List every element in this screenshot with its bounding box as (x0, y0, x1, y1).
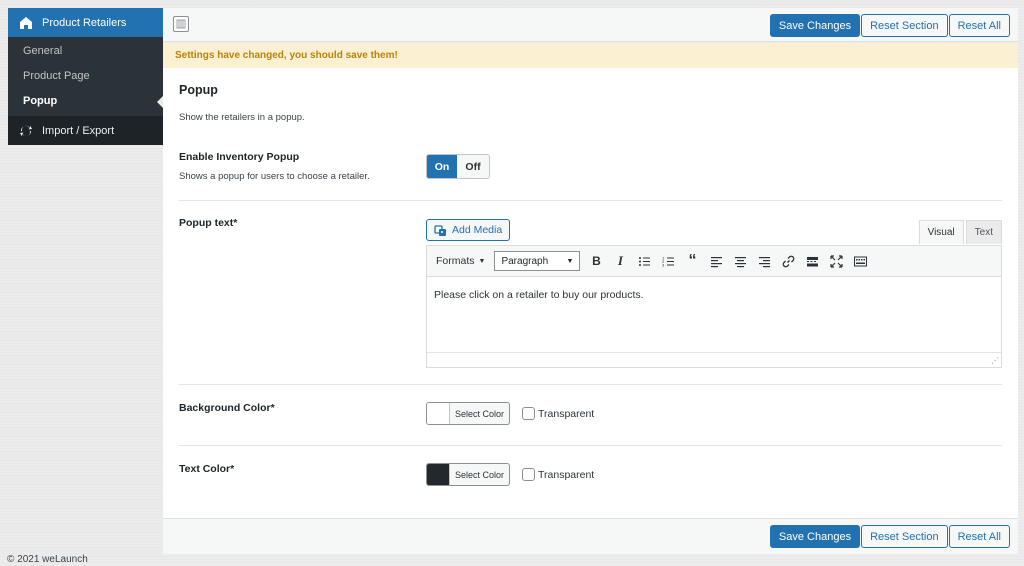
import-export-label: Import / Export (42, 124, 115, 137)
background-color-swatch (427, 403, 450, 424)
align-left-icon[interactable] (704, 250, 728, 272)
sidebar-item-product-page[interactable]: Product Page (8, 64, 163, 89)
rich-text-editor: Formats ▼ Paragraph ▼ B I 123 “ Please c… (426, 245, 1002, 368)
home-icon (19, 16, 33, 30)
italic-icon[interactable]: I (608, 250, 632, 272)
top-action-bar: Save Changes Reset Section Reset All (163, 8, 1018, 42)
transparent-label: Transparent (538, 407, 595, 420)
copyright-footer: © 2021 weLaunch (7, 554, 88, 565)
background-color-label: Background Color* (179, 402, 275, 414)
text-color-label: Text Color* (179, 463, 235, 475)
sidebar-header[interactable]: Product Retailers (8, 8, 163, 37)
sidebar-item-general[interactable]: General (8, 39, 163, 64)
background-transparent-option[interactable]: Transparent (522, 407, 594, 420)
caret-down-icon: ▼ (566, 257, 574, 265)
divider (179, 200, 1002, 201)
toolbar-toggle-icon[interactable] (848, 250, 872, 272)
link-icon[interactable] (776, 250, 800, 272)
reset-all-button[interactable]: Reset All (948, 525, 1010, 548)
numbered-list-icon[interactable]: 123 (656, 250, 680, 272)
text-transparent-option[interactable]: Transparent (522, 468, 594, 481)
reset-section-button[interactable]: Reset Section (861, 525, 948, 548)
paragraph-select[interactable]: Paragraph ▼ (494, 251, 581, 271)
blockquote-icon[interactable]: “ (680, 250, 704, 272)
tab-text[interactable]: Text (965, 220, 1002, 244)
editor-tabs: Visual Text (918, 220, 1002, 244)
popup-text-label: Popup text* (179, 217, 238, 229)
text-transparent-checkbox[interactable] (522, 468, 535, 481)
section-description: Show the retailers in a popup. (179, 112, 305, 123)
caret-down-icon: ▼ (478, 257, 486, 265)
resize-handle-icon[interactable]: ⋰ (991, 356, 999, 365)
paragraph-label: Paragraph (501, 255, 549, 267)
expand-options-button[interactable] (173, 16, 189, 32)
align-center-icon[interactable] (728, 250, 752, 272)
toggle-off-button[interactable]: Off (457, 155, 489, 178)
formats-label: Formats (436, 255, 475, 267)
media-icon (434, 224, 447, 237)
tab-visual[interactable]: Visual (918, 220, 964, 244)
save-changes-button[interactable]: Save Changes (769, 14, 861, 37)
select-color-label: Select Color (455, 469, 505, 480)
expand-icon (176, 19, 186, 29)
sidebar-submenu: General Product Page Popup (8, 37, 163, 116)
text-color-picker[interactable]: Select Color (426, 463, 511, 486)
divider (179, 445, 1002, 446)
sidebar-item-import-export[interactable]: Import / Export (8, 116, 163, 145)
enable-popup-description: Shows a popup for users to choose a reta… (179, 171, 370, 182)
svg-text:3: 3 (662, 262, 665, 267)
editor-toolbar: Formats ▼ Paragraph ▼ B I 123 “ (427, 246, 1001, 277)
top-button-group: Save Changes Reset Section Reset All (769, 14, 1010, 37)
settings-panel: Popup Show the retailers in a popup. Ena… (163, 68, 1018, 518)
enable-popup-label: Enable Inventory Popup (179, 151, 300, 163)
reset-all-button[interactable]: Reset All (948, 14, 1010, 37)
bottom-button-group: Save Changes Reset Section Reset All (769, 525, 1010, 548)
reset-section-button[interactable]: Reset Section (861, 14, 948, 37)
align-right-icon[interactable] (752, 250, 776, 272)
enable-popup-toggle: On Off (426, 154, 490, 179)
read-more-icon[interactable] (800, 250, 824, 272)
section-title: Popup (179, 83, 218, 97)
sidebar-header-label: Product Retailers (42, 16, 127, 29)
divider (179, 384, 1002, 385)
settings-changed-notice: Settings have changed, you should save t… (163, 43, 1018, 68)
background-transparent-checkbox[interactable] (522, 407, 535, 420)
bullet-list-icon[interactable] (632, 250, 656, 272)
add-media-button[interactable]: Add Media (426, 219, 511, 241)
sidebar: Product Retailers General Product Page P… (8, 8, 163, 145)
transparent-label: Transparent (538, 468, 595, 481)
save-changes-button[interactable]: Save Changes (769, 525, 861, 548)
editor-content[interactable]: Please click on a retailer to buy our pr… (427, 277, 1001, 313)
editor-statusbar: ⋰ (427, 352, 1001, 367)
bottom-action-bar: Save Changes Reset Section Reset All (163, 518, 1018, 554)
add-media-label: Add Media (452, 224, 503, 236)
text-color-swatch (427, 464, 450, 485)
sidebar-item-popup[interactable]: Popup (8, 89, 163, 114)
bold-icon[interactable]: B (584, 250, 608, 272)
formats-dropdown[interactable]: Formats ▼ (432, 255, 489, 267)
background-color-picker[interactable]: Select Color (426, 402, 511, 425)
toggle-on-button[interactable]: On (427, 155, 457, 178)
refresh-icon (19, 124, 33, 138)
fullscreen-icon[interactable] (824, 250, 848, 272)
select-color-label: Select Color (455, 408, 505, 419)
